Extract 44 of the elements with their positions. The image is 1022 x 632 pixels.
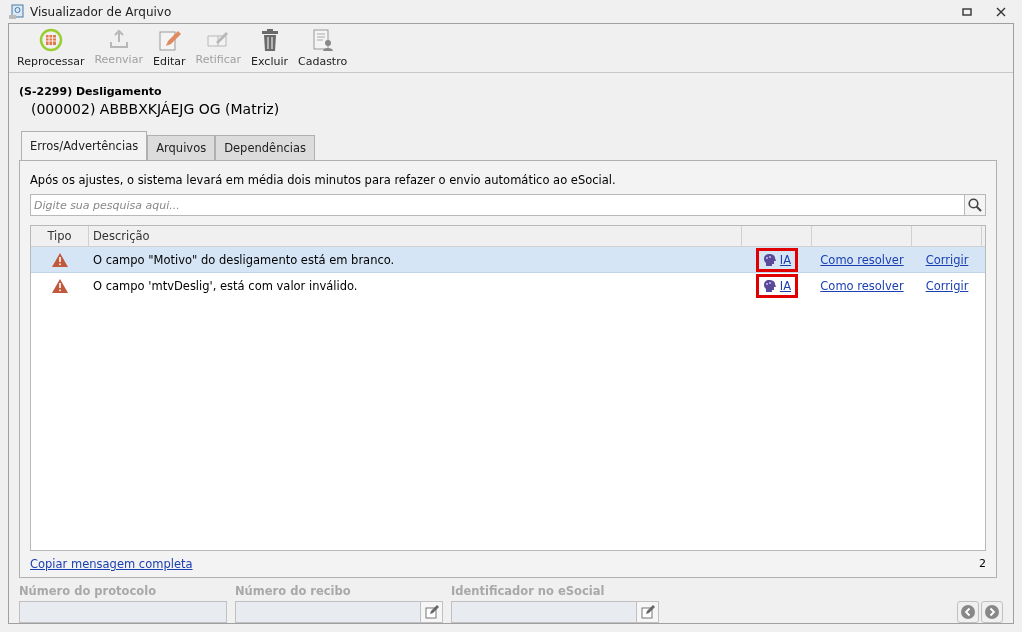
row-count: 2 xyxy=(979,557,986,571)
previous-button[interactable] xyxy=(957,601,979,623)
trash-icon xyxy=(259,28,280,52)
person-document-icon xyxy=(310,28,335,52)
table-row[interactable]: O campo "Motivo" do desligamento está em branco. IA Como resolver Corrigir xyxy=(31,247,985,273)
how-to-resolve-link[interactable]: Como resolver xyxy=(820,278,904,293)
column-header: Tipo xyxy=(31,226,89,246)
next-button[interactable] xyxy=(981,601,1003,623)
ai-link[interactable]: IA xyxy=(755,247,799,272)
warning-icon xyxy=(52,252,68,267)
table-cell-text: O campo "Motivo" do desligamento está em branco. xyxy=(92,252,396,267)
toolbar-button[interactable]: Editar xyxy=(148,26,190,70)
window-title: Visualizador de Arquivo xyxy=(30,4,173,19)
search-icon xyxy=(968,198,982,212)
copy-message-link[interactable]: Copiar mensagem completa xyxy=(30,557,193,571)
employer-name: (000002) ABBBXKJÁEJG OG (Matriz) xyxy=(31,101,281,117)
toolbar-button[interactable]: Cadastro xyxy=(294,26,352,70)
fix-link[interactable]: Corrigir xyxy=(925,252,969,267)
search-button[interactable] xyxy=(964,194,986,216)
tab[interactable]: Arquivos xyxy=(147,135,216,161)
tab[interactable]: Dependências xyxy=(215,135,315,161)
notice-text: Após os ajustes, o sistema levará em média dois minutos para refazer o envio automático ao eSocial. xyxy=(30,173,617,187)
warning-icon xyxy=(52,278,68,293)
edit-icon xyxy=(640,605,655,619)
restore-icon[interactable] xyxy=(962,6,972,17)
column-header: Descrição xyxy=(89,226,742,246)
table-cell-text: O campo 'mtvDeslig', está com valor inválido. xyxy=(92,278,359,293)
calculator-refresh-icon xyxy=(38,28,63,52)
field-label: Identificador no eSocial xyxy=(451,584,606,598)
event-title: (S-2299) Desligamento xyxy=(19,85,163,98)
tab[interactable]: Erros/Advertências xyxy=(21,131,148,161)
search-field[interactable]: Digite sua pesquisa aqui... xyxy=(30,194,964,216)
ai-link[interactable]: IA xyxy=(755,273,799,298)
field-label: Número do recibo xyxy=(235,584,352,598)
field-label: Número do protocolo xyxy=(19,584,158,598)
toolbar-button[interactable]: Excluir xyxy=(247,26,292,70)
fix-link[interactable]: Corrigir xyxy=(925,278,969,293)
edit-icon xyxy=(424,605,439,619)
pencil-document-icon xyxy=(157,28,182,52)
document-window-icon xyxy=(8,3,24,20)
how-to-resolve-link[interactable]: Como resolver xyxy=(820,252,904,267)
upload-icon xyxy=(107,28,130,50)
close-icon[interactable] xyxy=(996,6,1006,17)
toolbar-button[interactable]: Reprocessar xyxy=(13,26,89,70)
